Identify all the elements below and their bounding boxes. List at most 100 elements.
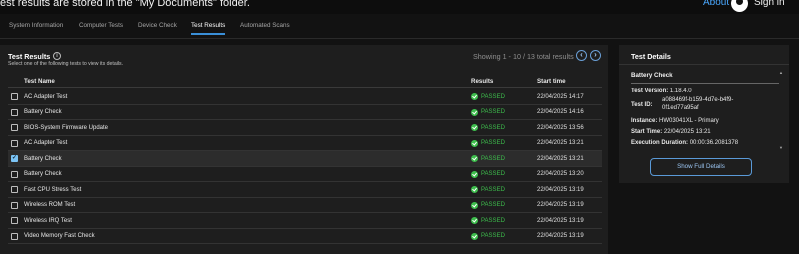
result-status: PASSED [481,217,505,224]
show-full-details-button[interactable]: Show Full Details [650,158,752,176]
row-checkbox[interactable] [11,124,18,131]
row-checkbox[interactable] [11,108,18,116]
start-time: 22/04/2025 13:21 [537,140,584,146]
start-time: 22/04/2025 13:20 [537,171,584,177]
test-name: AC Adapter Test [24,140,68,146]
tabs-divider [0,38,799,39]
scroll-down-icon[interactable]: ▼ [779,145,783,150]
start-time: 22/04/2025 13:19 [537,233,584,239]
table-row[interactable]: AC Adapter Test PASSED 22/04/2025 13:21 [8,136,602,151]
test-details-title: Test Details [631,52,671,61]
table-row[interactable]: Wireless IRQ Test PASSED 22/04/2025 13:1… [8,213,602,229]
instance-label: Instance: [631,118,658,124]
row-checkbox[interactable] [11,139,18,147]
instance-value: HW03041XL - Primary [659,118,719,124]
column-header-results[interactable]: Results [471,78,493,85]
start-time: 22/04/2025 13:21 [537,155,584,162]
duration-field: Execution Duration: 00:00:36.2081378 [631,140,738,146]
scroll-up-icon[interactable]: ▲ [779,70,783,75]
start-time: 22/04/2025 13:56 [537,124,584,131]
test-id-label: Test ID: [631,102,653,108]
check-circle-icon [471,93,478,100]
start-time-value: 22/04/2025 13:21 [663,129,711,135]
start-time: 22/04/2025 13:19 [537,202,584,208]
test-id-value-line1: a088469f-b159-4d7e-b4f9- [662,97,734,103]
test-name: Fast CPU Stress Test [24,186,82,193]
test-results-subtitle: Select one of the following tests to vie… [8,61,124,67]
check-circle-icon [471,217,478,224]
check-circle-icon [471,139,478,147]
row-checkbox[interactable] [11,186,18,193]
row-checkbox[interactable] [11,201,18,209]
check-circle-icon [471,186,478,193]
start-time-field: Start Time: 22/04/2025 13:21 [631,129,711,135]
start-time: 22/04/2025 13:19 [537,186,584,193]
table-row[interactable]: Battery Check PASSED 22/04/2025 13:20 [8,167,602,182]
test-name: Wireless ROM Test [24,202,76,208]
result-status: PASSED [481,171,505,177]
instance-field: Instance: HW03041XL - Primary [631,118,719,124]
result-status: PASSED [481,109,505,115]
main-tabs: System Information Computer Tests Device… [0,22,799,38]
about-link[interactable]: About [703,0,729,8]
start-time: 22/04/2025 13:19 [537,217,584,224]
check-circle-icon [471,201,478,209]
test-name: BIOS-System Firmware Update [24,124,109,131]
row-checkbox[interactable] [11,217,18,224]
top-bar: est results are stored in the "My Docume… [0,0,799,14]
test-name: Wireless IRQ Test [24,217,72,224]
column-header-start-time[interactable]: Start time [537,78,566,85]
test-name: Video Memory Fast Check [24,233,95,239]
result-status: PASSED [481,140,505,146]
table-row[interactable]: Fast CPU Stress Test PASSED 22/04/2025 1… [8,182,602,198]
tab-computer-tests[interactable]: Computer Tests [79,22,123,29]
details-divider [619,64,789,65]
info-icon[interactable]: i [53,52,61,60]
table-header: Test Name Results Start time [8,76,602,88]
table-row[interactable]: Battery Check PASSED 22/04/2025 14:16 [8,105,602,120]
result-status: PASSED [481,155,505,162]
tab-automated-scans[interactable]: Automated Scans [240,22,290,29]
tab-system-information[interactable]: System Information [9,22,63,29]
next-page-button[interactable]: › [590,50,601,61]
check-circle-icon [471,108,478,116]
test-name: Battery Check [24,155,62,162]
test-name: Battery Check [24,109,62,115]
pagination-summary: Showing 1 - 10 / 13 total results [473,52,574,61]
test-name: AC Adapter Test [24,93,68,100]
result-status: PASSED [481,233,505,239]
user-avatar-icon[interactable] [731,0,748,12]
start-time-label: Start Time: [631,129,663,135]
column-header-test-name[interactable]: Test Name [24,78,55,85]
tab-test-results[interactable]: Test Results [191,22,226,35]
details-scrollbar[interactable]: ▲ ▼ [779,70,783,150]
check-circle-icon [471,232,478,240]
table-row[interactable]: Wireless ROM Test PASSED 22/04/2025 13:1… [8,198,602,213]
row-checkbox[interactable] [11,154,18,162]
details-content: Test Version: 1.18.4.0 Test ID: a088469f… [631,88,779,155]
table-row[interactable]: BIOS-System Firmware Update PASSED 22/04… [8,120,602,136]
details-test-name: Battery Check [631,72,673,79]
test-id-value-line2: 0f1ed77a95af [662,105,699,111]
test-results-title: Test Results [8,52,51,61]
check-circle-icon [471,155,478,162]
sign-in-link[interactable]: Sign in [754,0,785,8]
start-time: 22/04/2025 14:17 [537,93,584,100]
row-checkbox[interactable] [11,232,18,240]
table-row[interactable]: Video Memory Fast Check PASSED 22/04/202… [8,229,602,244]
duration-value: 00:00:36.2081378 [689,140,739,146]
previous-page-button[interactable]: ‹ [576,50,587,61]
row-checkbox[interactable] [11,170,18,178]
table-row[interactable]: AC Adapter Test PASSED 22/04/2025 14:17 [8,89,602,105]
row-checkbox[interactable] [11,93,18,100]
result-status: PASSED [481,202,505,208]
tab-device-check[interactable]: Device Check [138,22,177,29]
test-name: Battery Check [24,171,62,177]
test-id-field: Test ID: [631,102,653,108]
check-circle-icon [471,170,478,178]
result-status: PASSED [481,124,505,131]
test-version-field: Test Version: 1.18.4.0 [631,88,692,94]
storage-message: est results are stored in the "My Docume… [0,0,250,9]
result-status: PASSED [481,186,505,193]
table-row-selected[interactable]: Battery Check PASSED 22/04/2025 13:21 [8,151,602,167]
